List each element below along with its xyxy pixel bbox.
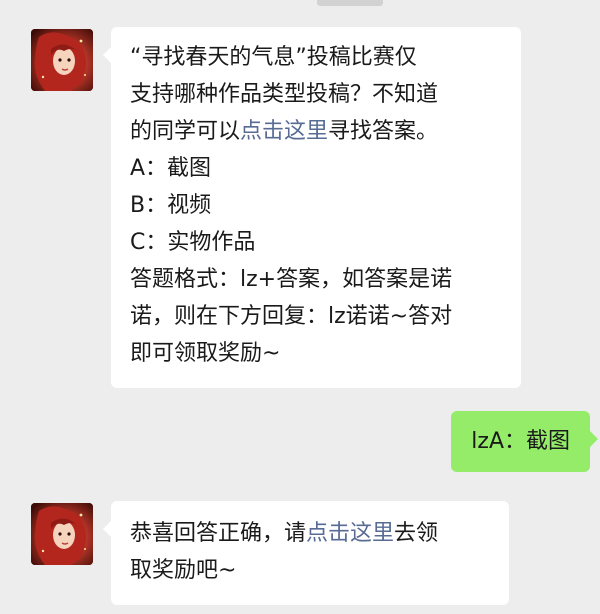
option-c: C：实物作品 <box>130 230 256 255</box>
message-line: 即可领取奖励~ <box>130 341 281 366</box>
message-line: “寻找春天的气息”投稿比赛仅 <box>130 45 417 70</box>
message-line: 取奖励吧~ <box>130 558 237 583</box>
message-text: 的同学可以 <box>130 119 241 144</box>
reply-text: lzA：截图 <box>471 429 570 454</box>
click-here-link[interactable]: 点击这里 <box>306 521 394 546</box>
option-a: A：截图 <box>130 156 212 181</box>
message-text: 恭喜回答正确，请 <box>130 521 307 546</box>
message-line: 诺，则在下方回复：lz诺诺~答对 <box>130 304 453 329</box>
message-line: 的同学可以点击这里寻找答案。 <box>130 113 521 150</box>
option-b: B：视频 <box>130 193 212 218</box>
message-line: 恭喜回答正确，请点击这里去领 <box>130 515 509 552</box>
outgoing-message-bubble[interactable]: lzA：截图 <box>451 411 598 472</box>
previous-message-edge <box>317 0 383 6</box>
avatar-icon <box>31 503 93 565</box>
incoming-message-bubble[interactable]: “寻找春天的气息”投稿比赛仅 支持哪种作品类型投稿？不知道 的同学可以点击这里寻… <box>103 27 521 388</box>
avatar[interactable] <box>31 29 93 91</box>
avatar[interactable] <box>31 503 93 565</box>
click-here-link[interactable]: 点击这里 <box>240 119 328 144</box>
incoming-message-bubble[interactable]: 恭喜回答正确，请点击这里去领 取奖励吧~ <box>103 501 509 605</box>
message-line: 答题格式：lz+答案，如答案是诺 <box>130 267 453 292</box>
avatar-icon <box>31 29 93 91</box>
message-text: 寻找答案。 <box>328 119 439 144</box>
message-text: 去领 <box>394 521 439 546</box>
message-line: 支持哪种作品类型投稿？不知道 <box>130 82 439 107</box>
